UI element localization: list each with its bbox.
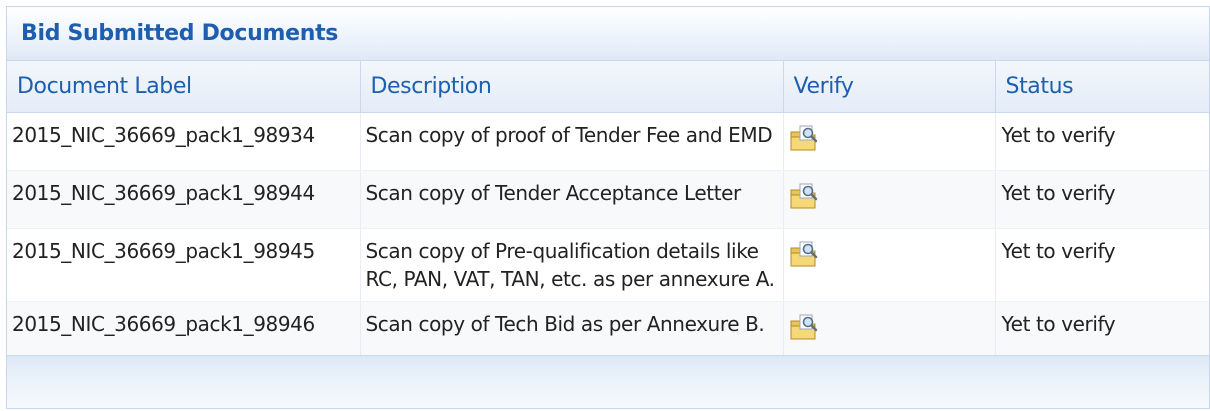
folder-search-icon[interactable]	[788, 239, 820, 271]
table-body: 2015_NIC_36669_pack1_98934 Scan copy of …	[7, 112, 1209, 360]
verify-cell	[783, 228, 996, 302]
table-row: 2015_NIC_36669_pack1_98944 Scan copy of …	[7, 170, 1209, 229]
table-header: Document Label Description Verify Status	[7, 61, 1209, 113]
panel-header: Bid Submitted Documents	[7, 7, 1209, 61]
description-cell: Scan copy of proof of Tender Fee and EMD	[360, 112, 784, 171]
status-cell: Yet to verify	[995, 112, 1209, 171]
bid-documents-panel: Bid Submitted Documents Document Label D…	[6, 6, 1210, 409]
table-row: 2015_NIC_36669_pack1_98946 Scan copy of …	[7, 301, 1209, 360]
panel-footer	[7, 355, 1209, 408]
table-row: 2015_NIC_36669_pack1_98945 Scan copy of …	[7, 228, 1209, 302]
description-cell: Scan copy of Tender Acceptance Letter	[360, 170, 784, 229]
description-cell: Scan copy of Pre-qualification details l…	[360, 228, 784, 302]
column-header-status: Status	[995, 61, 1209, 113]
status-cell: Yet to verify	[995, 170, 1209, 229]
panel-title: Bid Submitted Documents	[21, 21, 339, 46]
folder-search-icon[interactable]	[788, 312, 820, 344]
folder-search-icon[interactable]	[788, 181, 820, 213]
description-cell: Scan copy of Tech Bid as per Annexure B.	[360, 301, 784, 360]
document-label-cell: 2015_NIC_36669_pack1_98944	[7, 170, 361, 229]
table-row: 2015_NIC_36669_pack1_98934 Scan copy of …	[7, 112, 1209, 171]
column-header-document-label: Document Label	[7, 61, 361, 113]
verify-cell	[783, 170, 996, 229]
status-cell: Yet to verify	[995, 301, 1209, 360]
column-header-verify: Verify	[783, 61, 996, 113]
column-header-description: Description	[360, 61, 784, 113]
header-row: Document Label Description Verify Status	[7, 61, 1209, 113]
documents-table: Document Label Description Verify Status…	[7, 61, 1209, 360]
status-cell: Yet to verify	[995, 228, 1209, 302]
document-label-cell: 2015_NIC_36669_pack1_98945	[7, 228, 361, 302]
verify-cell	[783, 301, 996, 360]
document-label-cell: 2015_NIC_36669_pack1_98934	[7, 112, 361, 171]
verify-cell	[783, 112, 996, 171]
document-label-cell: 2015_NIC_36669_pack1_98946	[7, 301, 361, 360]
folder-search-icon[interactable]	[788, 123, 820, 155]
